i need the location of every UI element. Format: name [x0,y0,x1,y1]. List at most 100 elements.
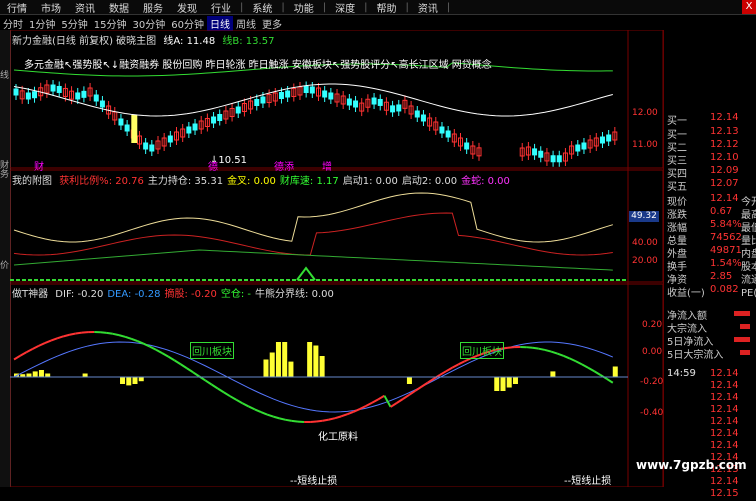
candle-body [397,105,401,111]
dif-segment [317,421,323,422]
period-tab[interactable]: 更多 [259,16,285,31]
candle-body [465,143,469,149]
period-tab[interactable]: 周线 [233,16,259,31]
dif-segment [397,399,403,403]
macd-bar [139,377,144,381]
period-tab[interactable]: 15分钟 [91,16,130,31]
dif-segment [113,334,119,335]
main-panel-border [10,30,663,168]
candle-body [255,100,259,106]
candle-body [391,106,395,112]
dif-segment [63,335,69,337]
menu-item[interactable]: 行业 [204,0,238,15]
quote-row: 总量74562量比 [664,232,756,245]
quote-value: 49871 [710,245,742,256]
candle-body [323,91,327,97]
quote-row: 净资2.85流通 [664,271,756,284]
quote-row: 买一12.13 [664,126,756,139]
candle-body [26,93,30,99]
dif-segment [372,399,378,402]
dif-segment [187,368,193,372]
dif-segment [391,403,397,407]
close-button[interactable]: X [742,0,756,14]
candle-body [51,85,55,91]
period-tab[interactable]: 5分钟 [58,16,90,31]
candle-body [236,107,240,113]
quote-value: 12.12 [710,139,739,150]
menu-item[interactable]: 行情 [0,0,34,15]
dif-segment [557,354,563,356]
period-tab[interactable]: 日线 [207,16,233,31]
concept-tags: 多元金融↖强势股↖↓融资融券 股份回购 昨日轮涨 昨日触涨 安徽板块↖强势股评分… [24,56,492,71]
quote-row: 现价12.14今开 [664,193,756,206]
candle-body [304,87,308,93]
dif-segment [125,337,131,339]
quote-row: 涨跌0.67最高 [664,206,756,219]
indicator-value: 财库速: 1.17 [280,176,339,187]
quote-row: 涨幅5.84%最低 [664,219,756,232]
quote-value: 12.14 [710,404,739,415]
quote-value: 12.14 [710,368,739,379]
menu-separator: | [279,2,286,13]
event-label: 财 [34,158,44,173]
menu-item[interactable]: 系统 [245,0,279,15]
menu-item[interactable]: 功能 [287,0,321,15]
dif-segment [119,335,125,337]
dif-segment [26,349,32,352]
dif-segment [286,420,292,421]
period-tab[interactable]: 分时 [0,16,26,31]
macd-bar [39,370,44,377]
sub2-header: 做T神器 DIF: -0.20DEA: -0.28摘股: -0.20空仓: -牛… [12,285,338,300]
sub1-line [14,250,613,270]
sub2-tick: -0.20 [640,377,663,387]
dif-segment [156,350,162,353]
quote-value: 12.14 [710,476,739,487]
line-a-label: 线A: 11.48 [163,36,215,47]
dif-segment [76,333,82,334]
sub1-tick: 40.00 [632,238,658,248]
macd-bar [313,346,318,378]
menu-item[interactable]: 帮助 [370,0,404,15]
menu-item[interactable]: 市场 [34,0,68,15]
value-badge: 49.32 [629,211,659,222]
quote-label-2: PE(动 [741,284,756,299]
menu-separator: | [362,2,369,13]
menu-separator: | [404,2,411,13]
quote-row: 12.15 [664,488,756,501]
quote-value: 12.15 [710,488,739,499]
candle-body [576,145,580,151]
macd-bar [407,377,412,384]
dif-segment [181,364,187,368]
quote-value: 12.14 [710,380,739,391]
period-tab[interactable]: 30分钟 [129,16,168,31]
dif-segment [329,418,335,419]
dif-segment [576,361,582,364]
macd-bar [550,371,555,377]
menu-item[interactable]: 数据 [102,0,136,15]
menu-item[interactable]: 资讯 [411,0,445,15]
period-tab[interactable]: 60分钟 [168,16,207,31]
quote-value: 0.082 [710,284,739,295]
green-spike [297,268,315,280]
menu-item[interactable]: 资讯 [68,0,102,15]
left-label: 财务 [0,160,10,178]
menu-item[interactable]: 发现 [170,0,204,15]
quote-value: 12.14 [710,193,739,204]
dif-segment [341,414,347,416]
dif-segment [205,380,211,384]
candle-body [218,115,222,121]
dif-segment [508,347,514,348]
dif-segment [551,352,557,354]
dif-segment [57,336,63,338]
period-tab[interactable]: 1分钟 [26,16,58,31]
macd-bar [613,367,618,378]
top-menu-bar: 行情市场资讯数据服务发现行业|系统|功能|深度|帮助|资讯| [0,0,756,15]
event-label: 德添 [274,158,294,173]
candle-body [187,127,191,133]
chart-area[interactable] [10,30,663,487]
dif-segment [14,356,20,360]
menu-item[interactable]: 深度 [328,0,362,15]
menu-item[interactable]: 服务 [136,0,170,15]
dif-segment [175,360,181,364]
menu-separator: | [445,2,452,13]
